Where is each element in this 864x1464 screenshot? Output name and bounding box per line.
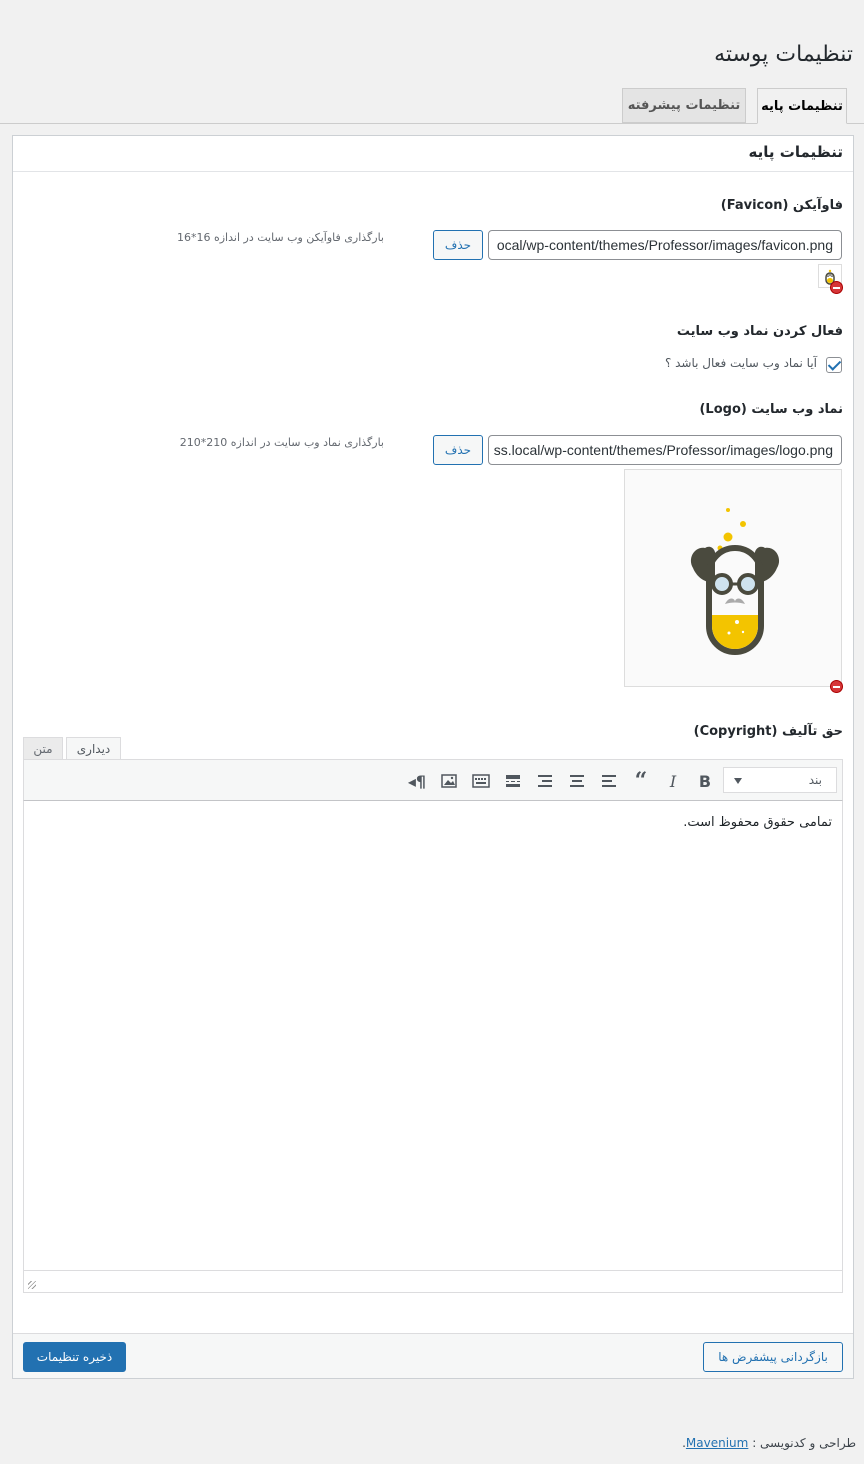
keyboard-icon[interactable] [468, 769, 494, 793]
favicon-delete-button[interactable]: حذف [433, 230, 483, 260]
editor-tab-text[interactable]: متن [23, 737, 63, 760]
logo-hint: بارگذاری نماد وب سایت در اندازه 210*210 [179, 436, 384, 449]
editor-statusbar [23, 1270, 843, 1293]
editor-toolbar: بند B I “ ¶◂ [23, 759, 843, 801]
panel-title: تنظیمات پایه [748, 143, 843, 161]
format-select[interactable]: بند [723, 767, 837, 793]
editor-content: تمامی حقوق محفوظ است. [683, 815, 832, 830]
favicon-remove-icon[interactable] [830, 281, 843, 294]
page-title: تنظیمات پوسته [714, 42, 853, 67]
credit-prefix: طراحی و کدنویسی : [752, 1436, 856, 1450]
logo-label: نماد وب سایت (Logo) [699, 402, 843, 417]
logo-preview [624, 469, 842, 687]
blockquote-icon[interactable]: “ [628, 768, 654, 794]
logo-url-input[interactable]: ss.local/wp-content/themes/Professor/ima… [488, 435, 842, 465]
resize-grip-icon[interactable] [28, 1281, 36, 1289]
chevron-down-icon [734, 778, 742, 784]
bold-icon[interactable]: B [692, 769, 718, 793]
align-right-icon[interactable] [532, 769, 558, 793]
format-select-value: بند [808, 773, 822, 787]
tab-basic-settings[interactable]: تنظیمات پایه [757, 88, 847, 124]
save-settings-button[interactable]: ذخیره تنظیمات [23, 1342, 126, 1372]
italic-icon[interactable]: I [660, 769, 686, 793]
align-left-icon[interactable] [596, 769, 622, 793]
footer-credit: طراحی و کدنویسی : Mavenium. [682, 1436, 856, 1450]
favicon-hint: بارگذاری فاوآیکن وب سایت در اندازه 16*16 [176, 231, 384, 244]
favicon-url-value: ocal/wp-content/themes/Professor/images/… [496, 237, 833, 253]
logo-enable-checkbox-label: آیا نماد وب سایت فعال باشد ؟ [664, 356, 817, 370]
credit-link[interactable]: Mavenium [686, 1436, 748, 1450]
tab-advanced-settings[interactable]: تنظیمات پیشرفته [622, 88, 746, 123]
logo-url-value: ss.local/wp-content/themes/Professor/ima… [493, 442, 833, 458]
read-more-icon[interactable] [500, 769, 526, 793]
logo-delete-button[interactable]: حذف [433, 435, 483, 465]
align-center-icon[interactable] [564, 769, 590, 793]
copyright-label: حق تآلیف (Copyright) [693, 724, 843, 739]
tabs-divider [0, 123, 864, 124]
favicon-label: فاوآیکن (Favicon) [720, 198, 843, 213]
logo-enable-checkbox[interactable] [826, 357, 842, 373]
editor-tab-visual[interactable]: دیداری [66, 737, 121, 760]
paragraph-rtl-icon[interactable]: ¶◂ [404, 769, 430, 793]
logo-remove-icon[interactable] [830, 680, 843, 693]
logo-professor-icon [690, 508, 780, 655]
logo-toggle-label: فعال کردن نماد وب سایت [676, 324, 843, 339]
favicon-url-input[interactable]: ocal/wp-content/themes/Professor/images/… [488, 230, 842, 260]
reset-defaults-button[interactable]: بازگردانی پیشفرض ها [703, 1342, 843, 1372]
copyright-editor[interactable]: تمامی حقوق محفوظ است. [23, 801, 843, 1271]
panel-footer: ذخیره تنظیمات بازگردانی پیشفرض ها [13, 1333, 853, 1378]
image-icon[interactable] [436, 769, 462, 793]
panel-header: تنظیمات پایه [13, 136, 853, 172]
